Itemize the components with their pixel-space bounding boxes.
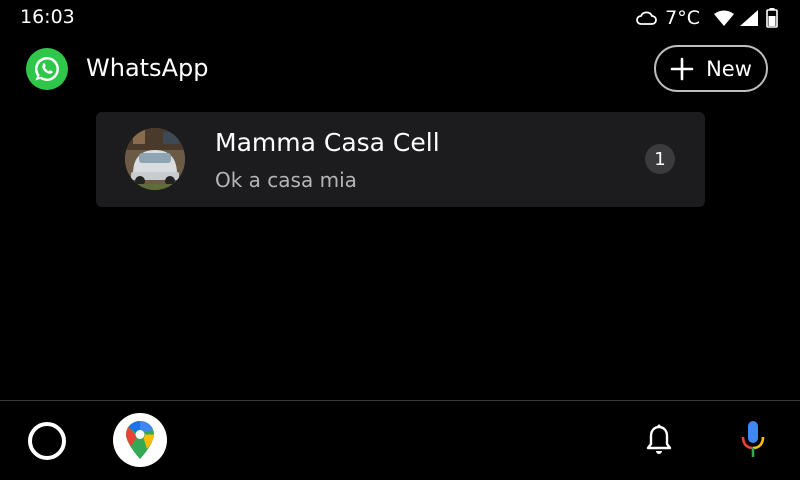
last-message: Ok a casa mia <box>215 168 357 192</box>
whatsapp-icon[interactable] <box>26 48 68 90</box>
new-message-button[interactable]: New <box>654 45 768 92</box>
app-title: WhatsApp <box>86 54 209 82</box>
google-maps-icon[interactable] <box>113 413 167 467</box>
home-icon[interactable] <box>28 422 66 460</box>
cloud-icon <box>636 11 658 25</box>
wifi-icon <box>714 10 734 26</box>
conversation-item[interactable]: Mamma Casa Cell Ok a casa mia 1 <box>96 112 705 207</box>
new-button-label: New <box>706 56 752 81</box>
status-indicators: 7°C <box>635 6 778 30</box>
status-bar: 16:03 7°C <box>0 0 800 36</box>
contact-name: Mamma Casa Cell <box>215 128 440 157</box>
maps-pin-glyph <box>126 421 154 459</box>
microphone-icon[interactable] <box>737 419 769 461</box>
app-header: WhatsApp New <box>0 40 800 100</box>
contact-avatar <box>125 128 185 190</box>
bottom-navigation-bar <box>0 401 800 480</box>
plus-icon <box>670 57 694 80</box>
cell-signal-icon <box>740 10 758 26</box>
temperature: 7°C <box>665 7 700 29</box>
bell-icon[interactable] <box>643 423 675 457</box>
battery-icon <box>766 8 778 28</box>
unread-badge: 1 <box>645 144 675 174</box>
status-time: 16:03 <box>20 6 75 28</box>
whatsapp-glyph <box>34 56 59 81</box>
